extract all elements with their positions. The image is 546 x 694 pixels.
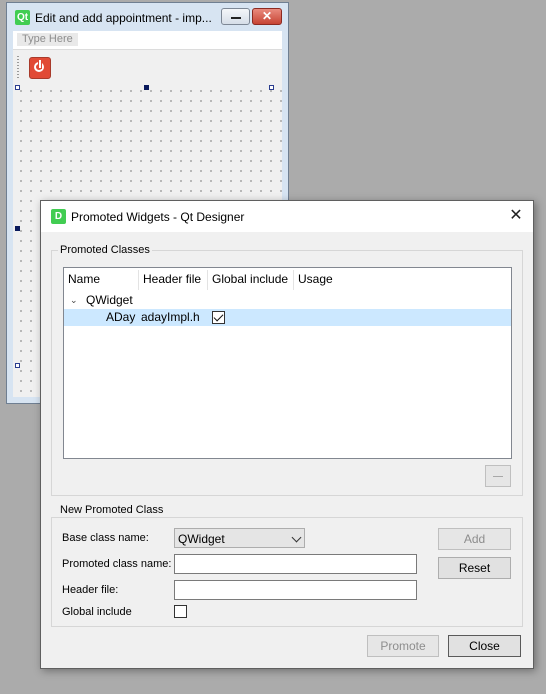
designer-logo-icon: D [51,209,66,224]
header-file-label: Header file: [62,584,119,596]
column-header-name[interactable]: Name [68,272,100,286]
column-header-usage[interactable]: Usage [298,272,333,286]
promoted-widgets-dialog: D Promoted Widgets - Qt Designer ✕ Promo… [40,200,534,669]
dialog-title: Promoted Widgets - Qt Designer [71,210,245,224]
tree-cell-header-file: adayImpl.h [141,310,200,324]
column-header-header-file[interactable]: Header file [143,272,201,286]
column-divider[interactable] [138,270,139,290]
resize-handle-top[interactable] [144,85,149,90]
close-button[interactable]: Close [448,635,521,657]
column-divider[interactable] [293,270,294,290]
new-global-include-checkbox[interactable] [174,605,187,618]
remove-button[interactable] [485,465,511,487]
promoted-classes-title: Promoted Classes [58,244,152,256]
promoted-classes-tree[interactable]: Name Header file Global include Usage ⌄ … [63,267,512,459]
base-class-label: Base class name: [62,532,149,544]
global-include-checkbox[interactable] [212,311,225,324]
tree-header: Name Header file Global include Usage [64,268,511,292]
dialog-titlebar[interactable]: D Promoted Widgets - Qt Designer ✕ [41,201,533,232]
add-button[interactable]: Add [438,528,511,550]
resize-handle-top-right[interactable] [269,85,274,90]
expand-arrow-icon[interactable]: ⌄ [70,295,78,306]
new-promoted-class-title: New Promoted Class [58,504,166,516]
resize-handle-left[interactable] [15,226,20,231]
type-here-menu[interactable]: Type Here [17,33,78,46]
global-include-label: Global include [62,606,132,618]
form-menubar: Type Here [13,31,282,49]
tree-row-aday[interactable]: ADay adayImpl.h [64,309,511,326]
form-window-close-button[interactable]: ✕ [252,8,282,25]
column-header-global-include[interactable]: Global include [212,272,288,286]
promoted-class-input[interactable] [174,554,417,574]
tree-item-qwidget: QWidget [86,293,133,307]
promoted-class-label: Promoted class name: [62,558,172,570]
base-class-value: QWidget [178,532,225,546]
qt-logo-icon: Qt [15,10,30,25]
resize-handle-top-left[interactable] [15,85,20,90]
form-window-titlebar[interactable]: Qt Edit and add appointment - imp... ✕ [7,3,288,31]
chevron-down-icon [291,532,302,543]
dialog-close-icon[interactable]: ✕ [507,207,525,225]
reset-button[interactable]: Reset [438,557,511,579]
column-divider[interactable] [207,270,208,290]
form-toolbar [13,49,282,84]
header-file-input[interactable] [174,580,417,600]
power-icon[interactable] [29,57,51,79]
tree-row-qwidget[interactable]: ⌄ QWidget [64,292,511,309]
minimize-button[interactable] [221,8,250,25]
base-class-combobox[interactable]: QWidget [174,528,305,548]
tree-cell-name: ADay [106,310,136,324]
form-window-title: Edit and add appointment - imp... [35,11,212,25]
toolbar-grip-icon[interactable] [17,56,19,78]
promote-button[interactable]: Promote [367,635,439,657]
resize-handle-bottom-left[interactable] [15,363,20,368]
